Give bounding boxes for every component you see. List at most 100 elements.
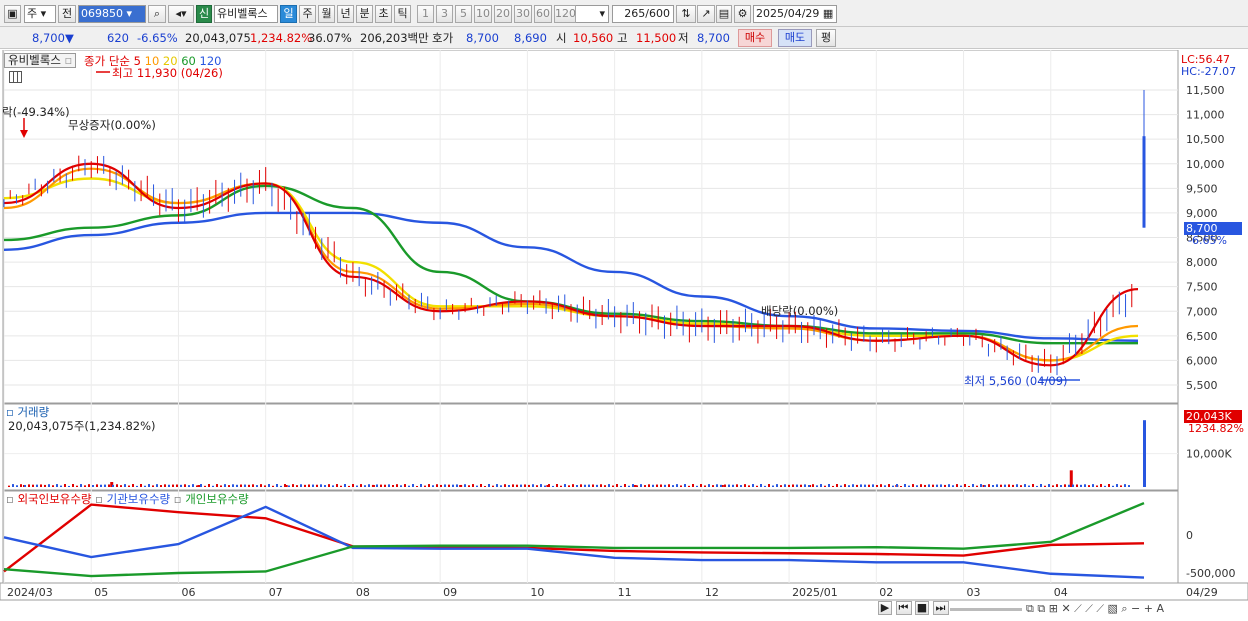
crosshair-icon[interactable]: ✕: [1061, 602, 1070, 615]
gear-icon[interactable]: ⚙: [734, 5, 751, 23]
fibo-tool-icon[interactable]: ⟋: [1096, 602, 1104, 615]
interval-button-6[interactable]: 60: [534, 5, 552, 23]
period-button-2[interactable]: 월: [318, 5, 335, 23]
volume-bar-small: [692, 484, 694, 487]
volume-bar-small: [312, 484, 314, 487]
period-button-4[interactable]: 분: [356, 5, 373, 23]
last-candle-body: [1142, 136, 1146, 228]
volume-bar-small: [592, 484, 594, 487]
candle-icon[interactable]: ⇅: [676, 5, 696, 23]
avg-button[interactable]: 평: [816, 29, 836, 47]
interval-dropdown[interactable]: ▾: [571, 5, 609, 23]
volume-bar-small: [440, 484, 442, 487]
annotation-dividend: 배당락(0.00%): [761, 304, 839, 318]
volume-bar-small: [624, 484, 626, 487]
interval-button-5[interactable]: 30: [514, 5, 532, 23]
search-icon[interactable]: ⌕: [148, 5, 166, 23]
period-button-0[interactable]: 일: [280, 5, 297, 23]
x-tick-label: 2025/01: [792, 586, 838, 599]
period-button-3[interactable]: 년: [337, 5, 354, 23]
volume-bar-small: [488, 484, 490, 487]
interval-button-3[interactable]: 10: [474, 5, 492, 23]
image-icon[interactable]: ▧: [1107, 602, 1117, 615]
volume-bar-small: [192, 484, 194, 487]
sell-button[interactable]: 매도: [778, 29, 812, 47]
volume-bar-small: [936, 484, 938, 487]
volume-bar-small: [748, 485, 750, 487]
volume-bar-small: [556, 484, 558, 487]
line-tool-icon[interactable]: ⟋: [1074, 602, 1082, 615]
stock-name-tag: 유비벨록스 ▫: [4, 53, 77, 68]
paste-icon[interactable]: ⧉: [1037, 602, 1045, 615]
volume-bar-small: [1060, 485, 1062, 487]
scroll-right-button[interactable]: ▶: [878, 601, 892, 615]
volume-bar-small: [872, 484, 874, 487]
stop-button[interactable]: ■: [915, 601, 929, 615]
period-button-1[interactable]: 주: [299, 5, 316, 23]
scroll-last-button[interactable]: ⏭: [932, 601, 949, 615]
chart-area[interactable]: 11,50011,00010,50010,0009,5009,0008,5008…: [0, 50, 1248, 621]
volume-bar-small: [876, 484, 878, 487]
period-button-6[interactable]: 틱: [394, 5, 411, 23]
volume-bar-small: [804, 484, 806, 487]
grid-toggle-icon[interactable]: [9, 71, 22, 83]
interval-button-7[interactable]: 120: [554, 5, 576, 23]
volume-bar-small: [1088, 485, 1090, 487]
speaker-icon[interactable]: ◂▾: [168, 5, 194, 23]
draw-tool-icon[interactable]: ↗: [697, 5, 715, 23]
scroll-first-button[interactable]: ⏮: [895, 601, 912, 615]
interval-button-2[interactable]: 5: [455, 5, 472, 23]
prev-button[interactable]: 전: [58, 5, 76, 23]
save-icon[interactable]: ▤: [716, 5, 732, 23]
trend-tool-icon[interactable]: ⟋: [1085, 602, 1093, 615]
volume-bar-small: [1048, 484, 1050, 487]
volume-bar-small: [528, 484, 530, 487]
zoom-icon[interactable]: ⌕: [1121, 602, 1127, 615]
volume-bar-small: [424, 485, 426, 487]
interval-button-0[interactable]: 1: [417, 5, 434, 23]
volume-bar-small: [496, 484, 498, 487]
type-select[interactable]: 주 ▾: [24, 5, 56, 23]
price-tick-label: 9,000: [1186, 207, 1218, 220]
volume-bar-small: [336, 484, 338, 487]
volume-bar-small: [44, 484, 46, 487]
volume-bar-small: [356, 485, 358, 487]
volume-bar-small: [52, 485, 54, 487]
period-button-5[interactable]: 초: [375, 5, 392, 23]
price-text: 8,700: [32, 31, 65, 45]
window-icon[interactable]: ▣: [4, 5, 21, 23]
volume-bar-small: [184, 484, 186, 487]
foreign-label: 외국인보유수량: [17, 492, 92, 506]
volume-bar-small: [1032, 484, 1034, 487]
volume-bar-small: [56, 484, 58, 487]
volume-bar-small: [716, 484, 718, 487]
font-icon[interactable]: A: [1156, 602, 1164, 615]
price-tick-label: 7,000: [1186, 305, 1218, 318]
interval-button-1[interactable]: 3: [436, 5, 453, 23]
price-tick-label: 10,500: [1186, 133, 1225, 146]
volume-bar-small: [276, 484, 278, 487]
volume-bar-small: [948, 484, 950, 487]
copy-icon[interactable]: ⧉: [1026, 602, 1034, 615]
date-field[interactable]: 2025/04/29 ▦: [753, 5, 837, 23]
volume-bar-small: [380, 484, 382, 487]
buy-button[interactable]: 매수: [738, 29, 772, 47]
volume-bar-small: [420, 484, 422, 487]
volume-bar-small: [156, 484, 158, 487]
interval-button-4[interactable]: 20: [494, 5, 512, 23]
volume-pct: 1,234.82%: [250, 31, 313, 45]
volume-bar-small: [328, 484, 330, 487]
volume-bar-small: [24, 484, 26, 487]
volume-bar-small: [740, 485, 742, 487]
layout-icon[interactable]: ⊞: [1049, 602, 1058, 615]
volume-bar-small: [920, 484, 922, 487]
low-label: 저: [678, 31, 689, 45]
scroll-controls: ▶ ⏮ ■ ⏭: [878, 601, 949, 617]
stock-code-input[interactable]: 069850 ▾: [78, 5, 146, 23]
hc-label: HC:-27.07: [1181, 65, 1237, 78]
volume-bar-small: [484, 485, 486, 487]
zoom-out-icon[interactable]: −: [1131, 602, 1140, 615]
zoom-slider[interactable]: [950, 608, 1022, 611]
count-field[interactable]: 265/600: [612, 5, 674, 23]
zoom-in-icon[interactable]: +: [1144, 602, 1153, 615]
